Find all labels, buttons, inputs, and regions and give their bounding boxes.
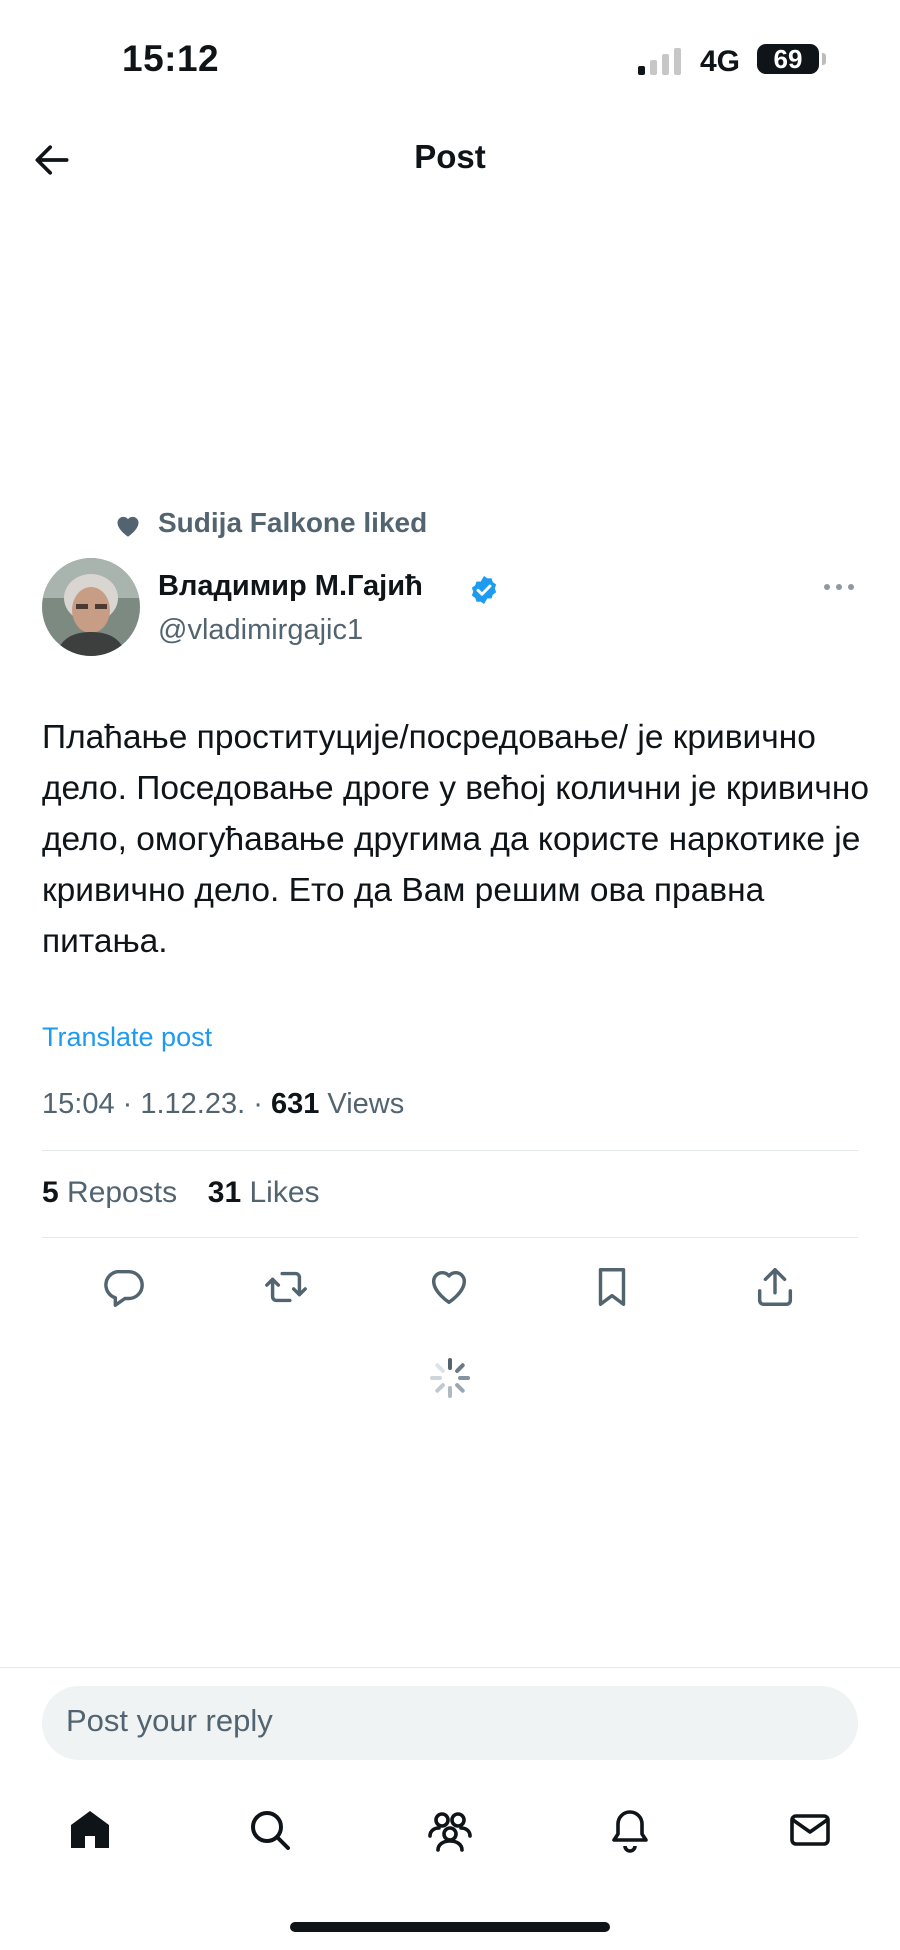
likes-stat[interactable]: 31 Likes xyxy=(208,1176,320,1209)
verified-badge-icon xyxy=(468,574,500,606)
bookmark-icon xyxy=(598,1268,626,1306)
engagement-stats: 5 Reposts 31 Likes xyxy=(42,1176,320,1210)
notifications-icon xyxy=(612,1810,648,1853)
repost-icon xyxy=(265,1271,307,1303)
network-type: 4G xyxy=(700,45,741,78)
divider xyxy=(0,1667,900,1668)
divider xyxy=(42,1150,858,1151)
views-count: 631 xyxy=(270,1088,320,1120)
likes-count: 31 xyxy=(207,1176,242,1209)
author-handle[interactable]: @vladimirgajic1 xyxy=(158,614,363,647)
likes-label: Likes xyxy=(241,1176,320,1209)
post-timestamp: 15:04 · 1.12.23. · xyxy=(42,1088,271,1120)
post-metadata: 15:04 · 1.12.23. · 631 Views xyxy=(42,1088,404,1121)
home-indicator xyxy=(290,1922,610,1932)
page-title: Post xyxy=(414,138,486,175)
battery-indicator: 69 xyxy=(757,44,819,74)
reposts-stat[interactable]: 5 Reposts xyxy=(42,1176,177,1209)
reply-icon xyxy=(104,1269,144,1307)
divider xyxy=(42,1237,858,1238)
battery-cap xyxy=(822,53,826,65)
loading-spinner-icon xyxy=(428,1356,472,1400)
share-button[interactable] xyxy=(752,1264,798,1310)
more-icon xyxy=(824,584,854,590)
translate-post-link[interactable]: Translate post xyxy=(42,1022,212,1053)
share-icon xyxy=(757,1268,793,1306)
nav-home[interactable] xyxy=(66,1806,114,1854)
social-context-label: Sudija Falkone liked xyxy=(158,507,428,538)
status-time: 15:12 xyxy=(122,38,220,79)
nav-search[interactable] xyxy=(246,1806,294,1854)
views-label[interactable]: Views xyxy=(319,1088,404,1120)
reposts-count: 5 xyxy=(42,1176,59,1209)
messages-icon xyxy=(790,1814,830,1846)
like-button[interactable] xyxy=(426,1264,472,1310)
reply-placeholder[interactable]: Post your reply xyxy=(66,1703,273,1739)
reposts-label: Reposts xyxy=(58,1176,178,1209)
nav-communities[interactable] xyxy=(426,1806,474,1854)
home-icon xyxy=(71,1811,109,1848)
liked-heart-icon xyxy=(114,512,142,538)
repost-button[interactable] xyxy=(263,1264,309,1310)
nav-messages[interactable] xyxy=(786,1806,834,1854)
avatar[interactable] xyxy=(42,558,140,656)
signal-icon xyxy=(638,48,681,75)
arrow-left-icon xyxy=(35,145,69,175)
author-name[interactable]: Владимир М.Гајић xyxy=(158,570,423,603)
post-text: Плаћање проституције/посредовање/ је кри… xyxy=(42,719,869,960)
search-icon xyxy=(251,1811,290,1850)
back-button[interactable] xyxy=(30,138,74,182)
reply-button[interactable] xyxy=(100,1264,146,1310)
more-options-button[interactable] xyxy=(822,578,856,596)
nav-notifications[interactable] xyxy=(606,1806,654,1854)
bookmark-button[interactable] xyxy=(589,1264,635,1310)
battery-level: 69 xyxy=(773,43,803,74)
communities-icon xyxy=(428,1812,472,1852)
heart-icon xyxy=(431,1270,467,1305)
